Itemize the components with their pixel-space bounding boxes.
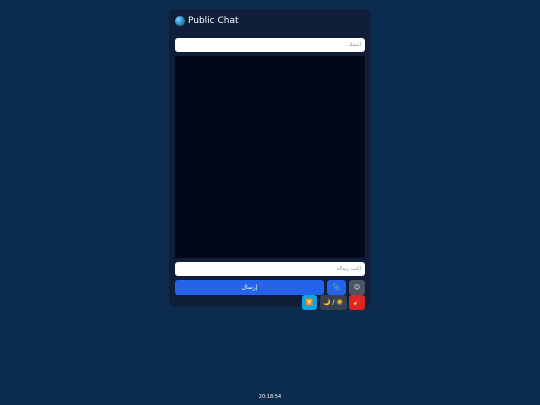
chat-panel: Public Chat إرسال 📎 😊 🔽 🌙 / ☀️ 🧹: [169, 9, 371, 310]
clear-button[interactable]: 🧹: [349, 295, 365, 310]
emoji-button[interactable]: 😊: [349, 280, 365, 295]
filter-button[interactable]: 🔽: [302, 295, 317, 310]
name-input[interactable]: [175, 38, 365, 52]
attach-button[interactable]: 📎: [327, 280, 346, 295]
messages-area[interactable]: [175, 56, 365, 258]
send-button[interactable]: إرسال: [175, 280, 324, 295]
chat-header: Public Chat: [175, 14, 239, 28]
filter-icon: 🔽: [305, 299, 314, 306]
clock: 20:18:54: [258, 394, 282, 400]
paperclip-icon: 📎: [332, 284, 341, 291]
broom-icon: 🧹: [353, 299, 361, 306]
theme-toggle-button[interactable]: 🌙 / ☀️: [320, 295, 347, 310]
globe-icon: [175, 16, 185, 26]
message-input[interactable]: [175, 262, 365, 276]
moon-sun-icon: 🌙 / ☀️: [323, 299, 344, 306]
smiley-icon: 😊: [353, 284, 361, 291]
chat-title: Public Chat: [188, 16, 239, 26]
